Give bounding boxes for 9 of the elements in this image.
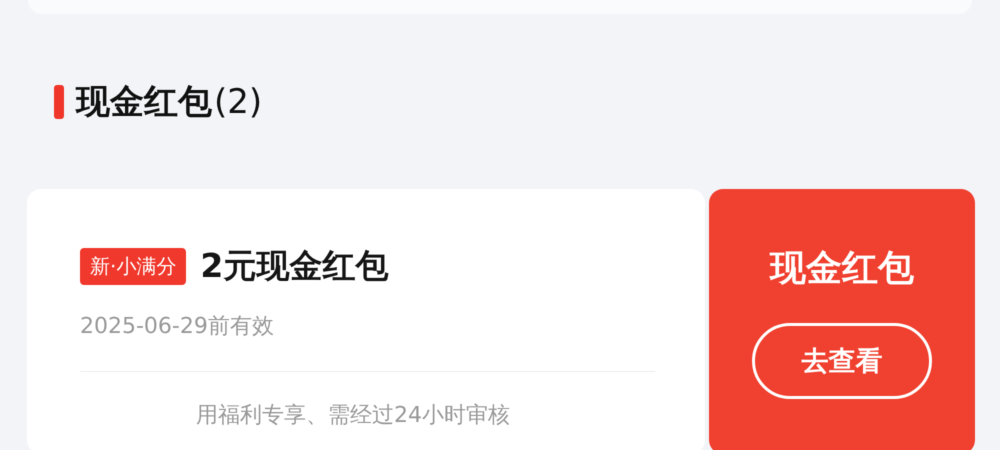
accent-bar: [54, 85, 64, 119]
coupon-title: 2元现金红包: [200, 245, 388, 287]
section-title: 现金红包: [76, 81, 212, 124]
view-button[interactable]: 去查看: [752, 323, 932, 399]
coupon-note: 用福利专享、需经过24小时审核: [195, 402, 511, 430]
validity-date: 2025-06-29前有效: [80, 313, 275, 341]
stub-title: 现金红包: [770, 247, 914, 291]
coupon-tag: 新·小满分: [80, 248, 186, 285]
count: (2): [214, 82, 262, 122]
